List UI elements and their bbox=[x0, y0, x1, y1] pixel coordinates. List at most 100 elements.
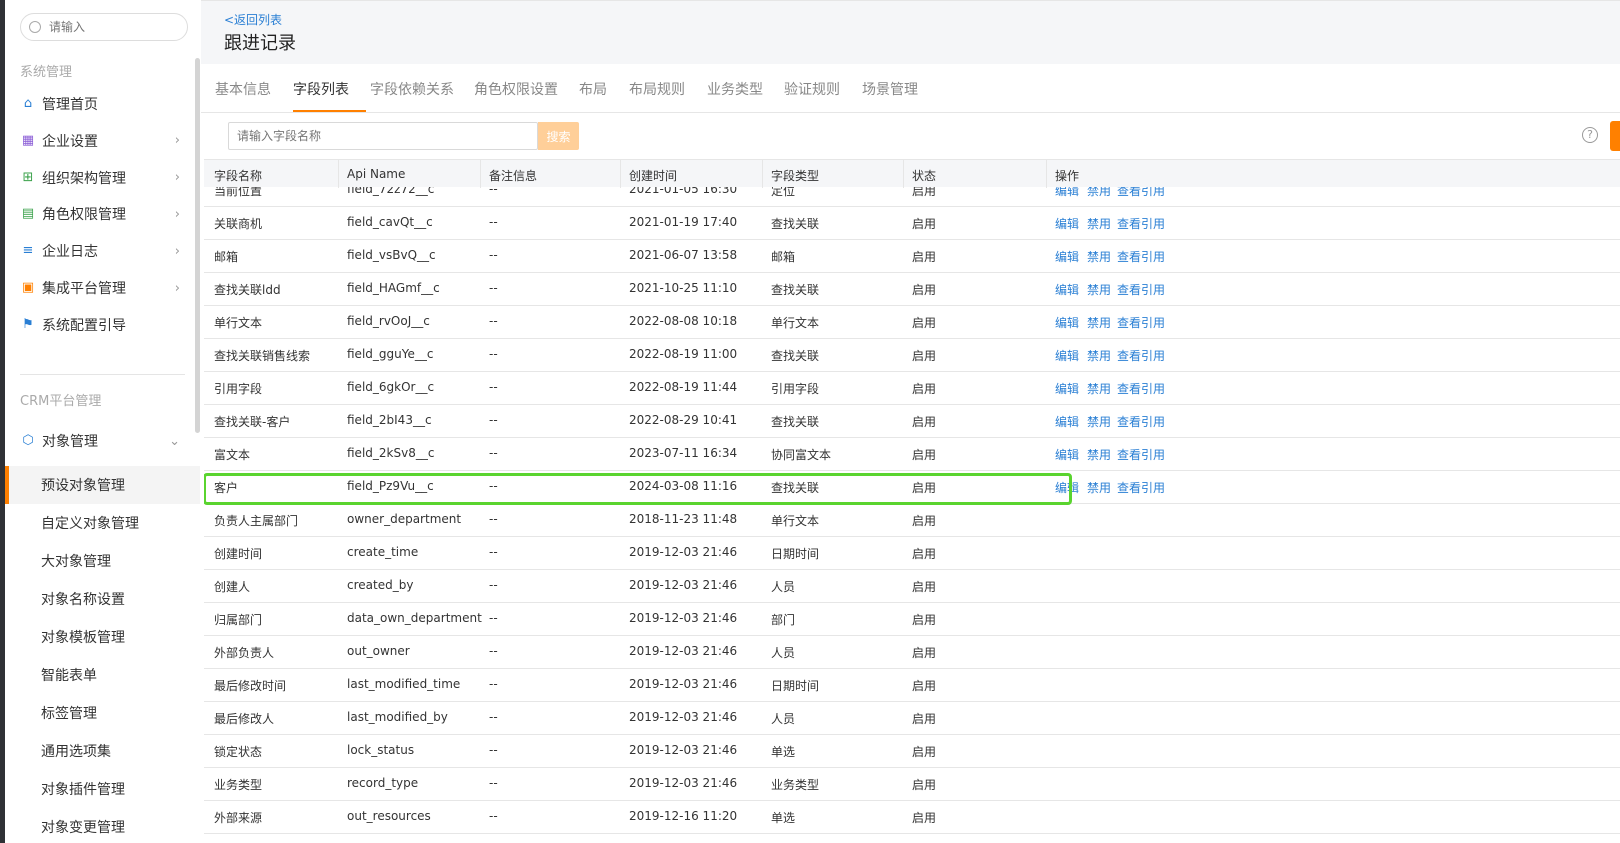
sidebar-item[interactable]: ⌂ 管理首页 bbox=[5, 86, 200, 122]
column-separator[interactable] bbox=[338, 160, 339, 188]
tab[interactable]: 业务类型 bbox=[707, 79, 763, 99]
sidebar-subitem[interactable]: 自定义对象管理 bbox=[5, 504, 200, 542]
table-row[interactable]: 引用字段 field_6gkOr__c -- 2022-08-19 11:44 引用字段… bbox=[204, 371, 1620, 405]
view-references-link[interactable]: 查看引用 bbox=[1117, 446, 1165, 463]
back-to-list-link[interactable]: <返回列表 bbox=[224, 11, 282, 28]
disable-link[interactable]: 禁用 bbox=[1087, 314, 1111, 331]
disable-link[interactable]: 禁用 bbox=[1087, 248, 1111, 265]
tab[interactable]: 布局 bbox=[579, 79, 607, 99]
table-row[interactable]: 单行文本 field_rvOoJ__c -- 2022-08-08 10:18 单行文本… bbox=[204, 305, 1620, 339]
sidebar-scrollbar[interactable] bbox=[195, 58, 200, 433]
sidebar-search-input[interactable] bbox=[49, 18, 179, 36]
view-references-link[interactable]: 查看引用 bbox=[1117, 215, 1165, 232]
table-row[interactable]: 最后修改人 last_modified_by -- 2019-12-03 21:46 人… bbox=[204, 701, 1620, 735]
sidebar-item[interactable]: ▤ 角色权限管理 › bbox=[5, 196, 200, 232]
column-header[interactable]: 创建时间 bbox=[629, 167, 677, 184]
sidebar-item[interactable]: ⚑ 系统配置引导 bbox=[5, 307, 200, 343]
column-header[interactable]: 状态 bbox=[912, 167, 936, 184]
primary-action-button-edge[interactable] bbox=[1610, 121, 1620, 151]
disable-link[interactable]: 禁用 bbox=[1087, 413, 1111, 430]
tab[interactable]: 字段依赖关系 bbox=[370, 79, 454, 99]
sidebar-item-object-management[interactable]: ⬡ 对象管理 ⌄ bbox=[5, 423, 200, 459]
view-references-link[interactable]: 查看引用 bbox=[1117, 413, 1165, 430]
disable-link[interactable]: 禁用 bbox=[1087, 446, 1111, 463]
sidebar-subitem[interactable]: 大对象管理 bbox=[5, 542, 200, 580]
table-row[interactable]: 创建时间 create_time -- 2019-12-03 21:46 日期时间 启用 bbox=[204, 536, 1620, 570]
disable-link[interactable]: 禁用 bbox=[1087, 380, 1111, 397]
sidebar-search[interactable] bbox=[20, 13, 188, 41]
disable-link[interactable]: 禁用 bbox=[1087, 187, 1111, 199]
edit-link[interactable]: 编辑 bbox=[1055, 187, 1079, 199]
table-row[interactable]: 创建人 created_by -- 2019-12-03 21:46 人员 启用 bbox=[204, 569, 1620, 603]
column-header[interactable]: Api Name bbox=[347, 167, 405, 181]
tab[interactable]: 角色权限设置 bbox=[474, 79, 558, 99]
sidebar-subitem[interactable]: 标签管理 bbox=[5, 694, 200, 732]
field-search-input[interactable] bbox=[237, 127, 527, 145]
tab[interactable]: 基本信息 bbox=[215, 79, 271, 99]
table-row[interactable]: 外部来源 out_resources -- 2019-12-16 11:20 单选 启用 bbox=[204, 800, 1620, 834]
table-row[interactable]: 锁定状态 lock_status -- 2019-12-03 21:46 单选 启用 bbox=[204, 734, 1620, 768]
view-references-link[interactable]: 查看引用 bbox=[1117, 281, 1165, 298]
view-references-link[interactable]: 查看引用 bbox=[1117, 347, 1165, 364]
field-search[interactable] bbox=[228, 122, 538, 150]
table-row[interactable]: 外部负责人 out_owner -- 2019-12-03 21:46 人员 启用 bbox=[204, 635, 1620, 669]
table-row[interactable]: 富文本 field_2kSv8__c -- 2023-07-11 16:34 协同富文本… bbox=[204, 437, 1620, 471]
tab[interactable]: 验证规则 bbox=[784, 79, 840, 99]
sidebar-item[interactable]: ▣ 集成平台管理 › bbox=[5, 270, 200, 306]
column-separator[interactable] bbox=[620, 160, 621, 188]
table-row[interactable]: 查找关联ldd field_HAGmf__c -- 2021-10-25 11:10 查… bbox=[204, 272, 1620, 306]
column-separator[interactable] bbox=[480, 160, 481, 188]
table-row[interactable]: 查找关联销售线索 field_gguYe__c -- 2022-08-19 11:00… bbox=[204, 338, 1620, 372]
edit-link[interactable]: 编辑 bbox=[1055, 380, 1079, 397]
cell-api: field_cavQt__c bbox=[347, 215, 433, 229]
sidebar-subitem[interactable]: 对象名称设置 bbox=[5, 580, 200, 618]
table-row[interactable]: 当前位置 field_72z72__c -- 2021-01-05 16:30 定位 启用… bbox=[204, 187, 1620, 207]
sidebar-subitem[interactable]: 预设对象管理 bbox=[5, 466, 200, 504]
edit-link[interactable]: 编辑 bbox=[1055, 347, 1079, 364]
search-button[interactable]: 搜索 bbox=[538, 122, 579, 150]
edit-link[interactable]: 编辑 bbox=[1055, 248, 1079, 265]
sidebar-item[interactable]: ▦ 企业设置 › bbox=[5, 123, 200, 159]
edit-link[interactable]: 编辑 bbox=[1055, 446, 1079, 463]
column-separator[interactable] bbox=[1046, 160, 1047, 188]
disable-link[interactable]: 禁用 bbox=[1087, 347, 1111, 364]
sidebar-subitem[interactable]: 智能表单 bbox=[5, 656, 200, 694]
column-header[interactable]: 操作 bbox=[1055, 167, 1079, 184]
view-references-link[interactable]: 查看引用 bbox=[1117, 248, 1165, 265]
view-references-link[interactable]: 查看引用 bbox=[1117, 314, 1165, 331]
table-row[interactable]: 查找关联-客户 field_2bI43__c -- 2022-08-29 10:41 查… bbox=[204, 404, 1620, 438]
edit-link[interactable]: 编辑 bbox=[1055, 413, 1079, 430]
tab[interactable]: 布局规则 bbox=[629, 79, 685, 99]
table-row[interactable]: 客户 field_Pz9Vu__c -- 2024-03-08 11:16 查找关联 启用… bbox=[204, 470, 1620, 504]
sidebar-subitem[interactable]: 对象插件管理 bbox=[5, 770, 200, 808]
table-row[interactable]: 归属部门 data_own_department -- 2019-12-03 21:4… bbox=[204, 602, 1620, 636]
edit-link[interactable]: 编辑 bbox=[1055, 479, 1079, 496]
view-references-link[interactable]: 查看引用 bbox=[1117, 479, 1165, 496]
disable-link[interactable]: 禁用 bbox=[1087, 215, 1111, 232]
tab[interactable]: 场景管理 bbox=[862, 79, 918, 99]
table-row[interactable]: 业务类型 record_type -- 2019-12-03 21:46 业务类型 启用 bbox=[204, 767, 1620, 801]
sidebar-item[interactable]: ≡ 企业日志 › bbox=[5, 233, 200, 269]
column-header[interactable]: 字段类型 bbox=[771, 167, 819, 184]
edit-link[interactable]: 编辑 bbox=[1055, 215, 1079, 232]
edit-link[interactable]: 编辑 bbox=[1055, 281, 1079, 298]
sidebar-subitem[interactable]: 对象变更管理 bbox=[5, 808, 200, 843]
disable-link[interactable]: 禁用 bbox=[1087, 281, 1111, 298]
disable-link[interactable]: 禁用 bbox=[1087, 479, 1111, 496]
column-header[interactable]: 备注信息 bbox=[489, 167, 537, 184]
help-icon[interactable]: ? bbox=[1582, 127, 1598, 143]
tab[interactable]: 字段列表 bbox=[293, 79, 349, 99]
column-separator[interactable] bbox=[903, 160, 904, 188]
sidebar-subitem[interactable]: 通用选项集 bbox=[5, 732, 200, 770]
table-row[interactable]: 负责人主属部门 owner_department -- 2018-11-23 11:4… bbox=[204, 503, 1620, 537]
column-header[interactable]: 字段名称 bbox=[214, 167, 262, 184]
view-references-link[interactable]: 查看引用 bbox=[1117, 380, 1165, 397]
column-separator[interactable] bbox=[762, 160, 763, 188]
sidebar-subitem[interactable]: 对象模板管理 bbox=[5, 618, 200, 656]
edit-link[interactable]: 编辑 bbox=[1055, 314, 1079, 331]
view-references-link[interactable]: 查看引用 bbox=[1117, 187, 1165, 199]
sidebar-item[interactable]: ⊞ 组织架构管理 › bbox=[5, 160, 200, 196]
table-row[interactable]: 最后修改时间 last_modified_time -- 2019-12-03 21:… bbox=[204, 668, 1620, 702]
table-row[interactable]: 邮箱 field_vsBvQ__c -- 2021-06-07 13:58 邮箱 启用 编辑… bbox=[204, 239, 1620, 273]
table-row[interactable]: 关联商机 field_cavQt__c -- 2021-01-19 17:40 查找关联… bbox=[204, 206, 1620, 240]
